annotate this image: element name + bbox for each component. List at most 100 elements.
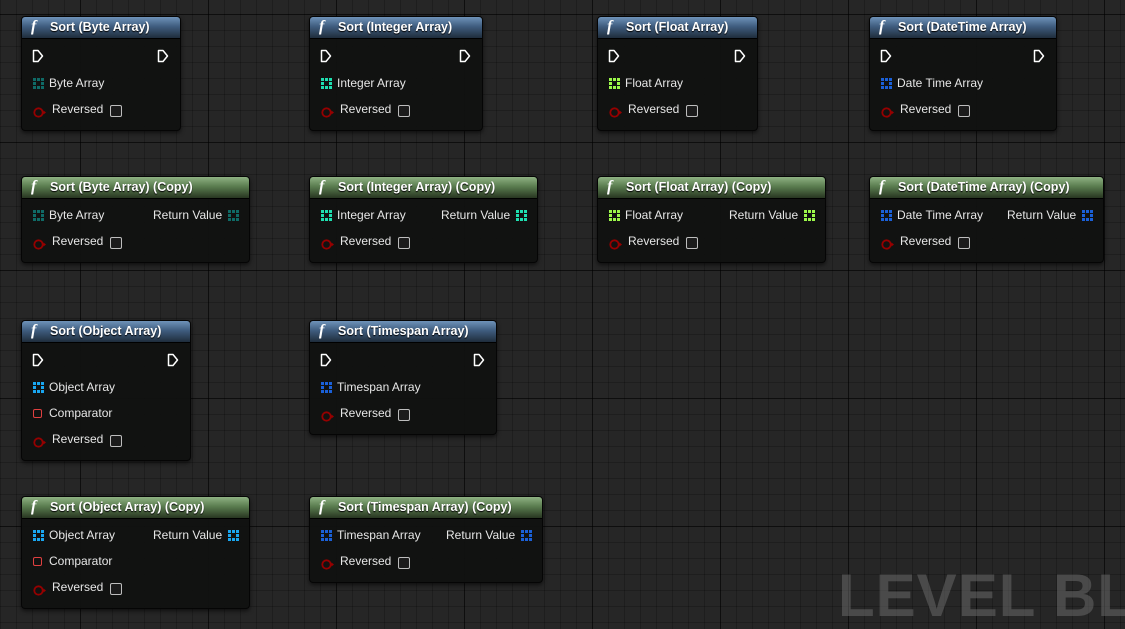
node-sort-object-array[interactable]: f Sort (Object Array) Object Array Compar… <box>21 320 191 461</box>
bool-pin-icon[interactable] <box>321 105 334 118</box>
node-header[interactable]: f Sort (Float Array) (Copy) <box>598 177 825 199</box>
node-sort-timespan-array[interactable]: f Sort (Timespan Array) Timespan Array Re… <box>309 320 497 435</box>
reversed-checkbox[interactable] <box>110 435 122 447</box>
exec-output-pin-icon[interactable] <box>734 49 746 68</box>
array-grid-pin-icon[interactable] <box>321 210 332 221</box>
bool-pin-icon[interactable] <box>33 583 46 596</box>
array-grid-pin-icon[interactable] <box>33 210 44 221</box>
node-sort-object-array-copy[interactable]: f Sort (Object Array) (Copy) Object Array… <box>21 496 250 609</box>
array-grid-pin-icon[interactable] <box>609 78 620 89</box>
exec-input-pin-icon[interactable] <box>320 49 332 68</box>
node-sort-float-array-copy[interactable]: f Sort (Float Array) (Copy) Float Array R… <box>597 176 826 263</box>
node-header[interactable]: f Sort (Integer Array) <box>310 17 482 39</box>
reversed-checkbox[interactable] <box>686 105 698 117</box>
node-header[interactable]: f Sort (Timespan Array) (Copy) <box>310 497 542 519</box>
return-grid-pin-icon[interactable] <box>521 530 532 541</box>
exec-row <box>310 352 496 370</box>
node-sort-byte-array[interactable]: f Sort (Byte Array) Byte Array Reversed <box>21 16 181 131</box>
reversed-checkbox[interactable] <box>110 105 122 117</box>
node-sort-timespan-array-copy[interactable]: f Sort (Timespan Array) (Copy) Timespan A… <box>309 496 543 583</box>
reversed-label: Reversed <box>340 102 392 116</box>
node-sort-float-array[interactable]: f Sort (Float Array) Float Array Reversed <box>597 16 758 131</box>
exec-output-pin-icon[interactable] <box>1033 49 1045 68</box>
exec-row <box>870 48 1056 66</box>
node-sort-datetime-array-copy[interactable]: f Sort (DateTime Array) (Copy) Date Time … <box>869 176 1104 263</box>
bool-pin-icon[interactable] <box>321 237 334 250</box>
reversed-checkbox[interactable] <box>110 583 122 595</box>
node-header[interactable]: f Sort (DateTime Array) <box>870 17 1056 39</box>
return-value-label: Return Value <box>153 208 223 222</box>
function-icon: f <box>319 322 325 339</box>
exec-row <box>22 48 180 66</box>
array-pin-label: Date Time Array <box>897 208 984 222</box>
node-header[interactable]: f Sort (DateTime Array) (Copy) <box>870 177 1103 199</box>
array-pin-label: Float Array <box>625 208 684 222</box>
array-grid-pin-icon[interactable] <box>33 78 44 89</box>
reversed-checkbox[interactable] <box>398 105 410 117</box>
exec-output-pin-icon[interactable] <box>167 353 179 372</box>
array-grid-pin-icon[interactable] <box>321 530 332 541</box>
return-grid-pin-icon[interactable] <box>228 530 239 541</box>
exec-output-pin-icon[interactable] <box>473 353 485 372</box>
function-icon: f <box>31 322 37 339</box>
exec-output-pin-icon[interactable] <box>157 49 169 68</box>
node-header[interactable]: f Sort (Integer Array) (Copy) <box>310 177 537 199</box>
comparator-pin-icon[interactable] <box>33 557 42 566</box>
node-sort-datetime-array[interactable]: f Sort (DateTime Array) Date Time Array R… <box>869 16 1057 131</box>
node-header[interactable]: f Sort (Byte Array) <box>22 17 180 39</box>
array-grid-pin-icon[interactable] <box>321 78 332 89</box>
node-header[interactable]: f Sort (Timespan Array) <box>310 321 496 343</box>
array-grid-pin-icon[interactable] <box>881 78 892 89</box>
node-sort-integer-array-copy[interactable]: f Sort (Integer Array) (Copy) Integer Arr… <box>309 176 538 263</box>
array-grid-pin-icon[interactable] <box>321 382 332 393</box>
bool-pin-icon[interactable] <box>609 105 622 118</box>
exec-output-pin-icon[interactable] <box>459 49 471 68</box>
reversed-checkbox[interactable] <box>110 237 122 249</box>
node-title: Sort (Integer Array) <box>338 20 453 34</box>
array-grid-pin-icon[interactable] <box>881 210 892 221</box>
node-sort-byte-array-copy[interactable]: f Sort (Byte Array) (Copy) Byte Array Ret… <box>21 176 250 263</box>
array-pin-row: Timespan Array Return Value <box>321 526 536 544</box>
bool-pin-icon[interactable] <box>881 105 894 118</box>
bool-pin-icon[interactable] <box>33 237 46 250</box>
bool-pin-icon[interactable] <box>321 557 334 570</box>
bool-pin-icon[interactable] <box>321 409 334 422</box>
node-sort-integer-array[interactable]: f Sort (Integer Array) Integer Array Reve… <box>309 16 483 131</box>
comparator-pin-icon[interactable] <box>33 409 42 418</box>
reversed-checkbox[interactable] <box>398 237 410 249</box>
exec-input-pin-icon[interactable] <box>608 49 620 68</box>
node-header[interactable]: f Sort (Byte Array) (Copy) <box>22 177 249 199</box>
return-grid-pin-icon[interactable] <box>228 210 239 221</box>
reversed-label: Reversed <box>340 406 392 420</box>
node-header[interactable]: f Sort (Object Array) <box>22 321 190 343</box>
return-value-label: Return Value <box>441 208 511 222</box>
bool-pin-icon[interactable] <box>33 105 46 118</box>
return-grid-pin-icon[interactable] <box>804 210 815 221</box>
node-title: Sort (Float Array) <box>626 20 729 34</box>
reversed-checkbox[interactable] <box>958 105 970 117</box>
reversed-checkbox[interactable] <box>398 557 410 569</box>
array-grid-pin-icon[interactable] <box>609 210 620 221</box>
reversed-checkbox[interactable] <box>958 237 970 249</box>
exec-input-pin-icon[interactable] <box>880 49 892 68</box>
node-header[interactable]: f Sort (Float Array) <box>598 17 757 39</box>
reversed-checkbox[interactable] <box>398 409 410 421</box>
return-grid-pin-icon[interactable] <box>1082 210 1093 221</box>
node-title: Sort (Object Array) <box>50 324 162 338</box>
array-pin-label: Integer Array <box>337 208 406 222</box>
reversed-checkbox[interactable] <box>686 237 698 249</box>
node-header[interactable]: f Sort (Object Array) (Copy) <box>22 497 249 519</box>
bool-pin-icon[interactable] <box>33 435 46 448</box>
bool-pin-icon[interactable] <box>881 237 894 250</box>
return-grid-pin-icon[interactable] <box>516 210 527 221</box>
return-value-label: Return Value <box>729 208 799 222</box>
exec-input-pin-icon[interactable] <box>32 49 44 68</box>
array-grid-pin-icon[interactable] <box>33 530 44 541</box>
array-pin-label: Object Array <box>49 380 116 394</box>
exec-input-pin-icon[interactable] <box>32 353 44 372</box>
return-value-label: Return Value <box>1007 208 1077 222</box>
bool-pin-icon[interactable] <box>609 237 622 250</box>
exec-input-pin-icon[interactable] <box>320 353 332 372</box>
exec-row <box>310 48 482 66</box>
array-grid-pin-icon[interactable] <box>33 382 44 393</box>
